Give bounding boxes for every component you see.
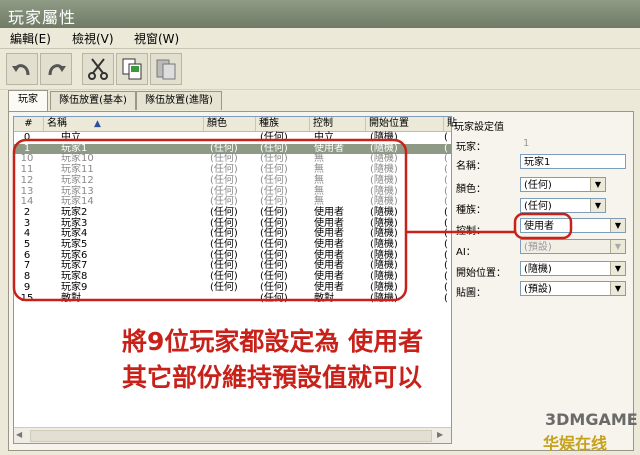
annotation-line-1-start: 將: [122, 327, 148, 356]
annotation-line-1-end: 位玩家都設定為 使用者: [164, 327, 424, 356]
annotation-line-2: 其它部份維持預設值就可以: [122, 363, 423, 392]
annotation-number: 9: [147, 327, 165, 356]
watermark-brand: 3DMGAME: [545, 410, 638, 429]
highlight-box-control: [513, 212, 573, 240]
highlight-box-players: [12, 138, 408, 302]
annotation-line-1: 將9位玩家都設定為 使用者: [122, 322, 423, 358]
watermark-brand-sub: 华娱在线: [543, 434, 608, 453]
